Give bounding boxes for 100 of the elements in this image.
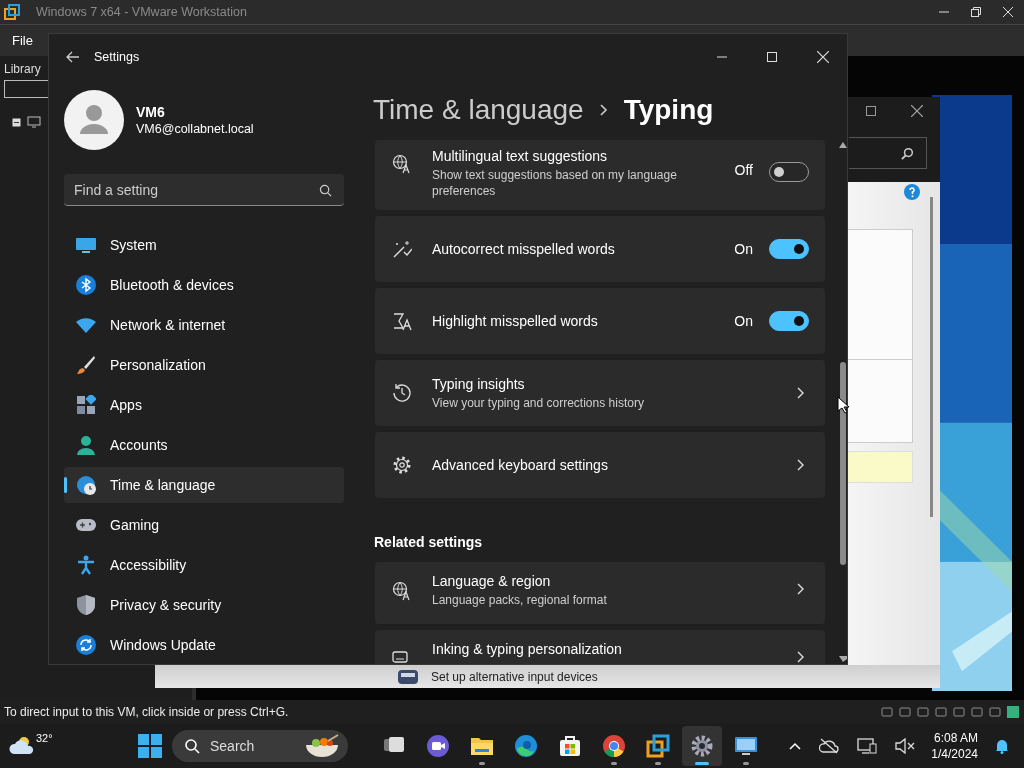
chevron-right-icon xyxy=(797,651,805,663)
close-icon[interactable] xyxy=(911,105,923,117)
paintbrush-icon xyxy=(76,355,96,375)
scroll-down-icon[interactable] xyxy=(839,656,847,662)
keyboard-icon[interactable] xyxy=(397,668,419,685)
nav-item[interactable]: Gaming xyxy=(64,507,344,543)
browser-logo-icon xyxy=(602,734,626,758)
video-camera-icon xyxy=(426,734,450,758)
search-placeholder: Search xyxy=(210,738,255,754)
status-text: To direct input to this VM, click inside or press Ctrl+G. xyxy=(4,705,289,719)
swirl-logo-icon xyxy=(514,734,538,758)
avatar[interactable] xyxy=(64,90,124,150)
overlapping-squares-icon xyxy=(646,734,670,758)
setting-card[interactable]: Language & region Language packs, regional format xyxy=(375,562,825,624)
user-name: VM6 xyxy=(136,104,166,120)
panel-title: Library xyxy=(4,62,42,76)
cloud-icon[interactable] xyxy=(8,736,36,756)
wand-check-icon xyxy=(392,239,412,259)
setting-title: Inking & typing personalization xyxy=(432,641,623,657)
text-strike-icon xyxy=(392,311,412,331)
toggle-switch[interactable] xyxy=(769,311,809,331)
language-icon xyxy=(392,581,412,601)
wifi-icon xyxy=(76,317,96,333)
setting-card[interactable]: Autocorrect misspelled words On xyxy=(375,216,825,282)
setting-card[interactable]: Inking & typing personalization xyxy=(375,630,825,664)
chevron-right-icon xyxy=(797,459,805,471)
bowl-icon xyxy=(304,734,340,758)
collapse-icon[interactable] xyxy=(12,117,21,127)
setting-card[interactable]: Typing insights View your typing and corrections history xyxy=(375,360,825,426)
task-description[interactable]: Set up alternative input devices xyxy=(431,669,598,684)
window-title: Windows 7 x64 - VMware Workstation xyxy=(36,5,247,19)
bluetooth-icon xyxy=(76,275,96,295)
help-icon[interactable] xyxy=(904,184,920,200)
language-icon xyxy=(392,154,412,174)
accessibility-figure-icon xyxy=(76,555,96,575)
history-clock-icon xyxy=(392,383,412,403)
cloud-off-icon[interactable] xyxy=(819,738,840,754)
setting-title: Multilingual text suggestions xyxy=(432,148,609,164)
back-arrow-icon[interactable] xyxy=(66,51,80,63)
toggle-switch[interactable] xyxy=(769,239,809,259)
breadcrumb-link[interactable]: Time & language xyxy=(373,94,584,126)
nav-item[interactable]: System xyxy=(64,227,344,263)
selection-indicator xyxy=(64,477,67,493)
nav-item[interactable]: Windows Update xyxy=(64,627,344,663)
maximize-icon[interactable] xyxy=(866,106,876,116)
message-icon[interactable] xyxy=(1006,705,1020,719)
toggle-switch[interactable] xyxy=(769,162,809,182)
search-icon xyxy=(901,146,914,160)
setting-title: Advanced keyboard settings xyxy=(432,457,609,473)
setting-title: Typing insights xyxy=(432,375,526,392)
user-email: VM6@collabnet.local xyxy=(136,122,254,136)
monitor-icon xyxy=(76,237,96,253)
chevron-right-icon xyxy=(599,104,608,116)
setting-description: Language packs, regional format xyxy=(432,592,608,608)
running-indicator xyxy=(695,762,709,765)
nav-item[interactable]: Accounts xyxy=(64,427,344,463)
search-field[interactable]: Search xyxy=(172,730,348,762)
display-icon[interactable] xyxy=(857,738,878,754)
taskbar-button[interactable] xyxy=(682,726,722,766)
chevron-right-icon xyxy=(797,583,805,595)
running-indicator xyxy=(611,762,617,765)
nav-item[interactable]: Personalization xyxy=(64,347,344,383)
scroll-up-icon[interactable] xyxy=(839,142,847,148)
app-grid-icon xyxy=(76,395,96,415)
nav-item[interactable]: Bluetooth & devices xyxy=(64,267,344,303)
shopping-bag-icon xyxy=(558,734,582,758)
search-field[interactable] xyxy=(849,137,927,169)
restore-icon[interactable] xyxy=(971,7,981,17)
page-title: Typing xyxy=(623,94,714,126)
scrollbar[interactable] xyxy=(839,140,847,664)
app-title: Settings xyxy=(94,50,140,64)
nav-item[interactable]: Network & internet xyxy=(64,307,344,343)
speaker-muted-icon[interactable] xyxy=(895,738,916,754)
scrollbar-thumb[interactable] xyxy=(840,362,846,565)
temperature: 32° xyxy=(36,732,53,744)
running-indicator xyxy=(743,762,749,765)
menu-item[interactable]: File xyxy=(4,29,41,52)
setting-card[interactable]: Highlight misspelled words On xyxy=(375,288,825,354)
setting-description: Show text suggestions based on my language preferences xyxy=(432,167,678,199)
chevron-right-icon xyxy=(797,387,805,399)
nav-item[interactable]: Accessibility xyxy=(64,547,344,583)
nav-item[interactable]: Time & language xyxy=(64,467,344,503)
setting-card[interactable]: Multilingual text suggestions Show text suggestions based on my language preferences Off xyxy=(375,140,825,210)
toggle-state-label: Off xyxy=(734,162,753,178)
nav-item[interactable]: Privacy & security xyxy=(64,587,344,623)
game-controller-icon xyxy=(76,518,96,532)
refresh-icon xyxy=(76,635,96,655)
mouse-pointer-icon xyxy=(837,396,849,414)
section-heading: Related settings xyxy=(374,534,484,550)
bell-icon[interactable] xyxy=(994,738,1010,754)
windows-logo-icon[interactable] xyxy=(138,734,162,758)
scrollbar[interactable] xyxy=(930,197,933,517)
nav-item[interactable]: Apps xyxy=(64,387,344,423)
clock-time[interactable]: 6:08 AM xyxy=(933,730,978,746)
search-field[interactable]: Find a setting xyxy=(64,174,344,206)
toggle-state-label: On xyxy=(734,241,753,257)
clock-date[interactable]: 1/4/2024 xyxy=(931,746,978,762)
setting-card[interactable]: Advanced keyboard settings xyxy=(375,432,825,498)
chevron-up-icon[interactable] xyxy=(789,742,802,750)
setting-title: Language & region xyxy=(432,573,552,589)
